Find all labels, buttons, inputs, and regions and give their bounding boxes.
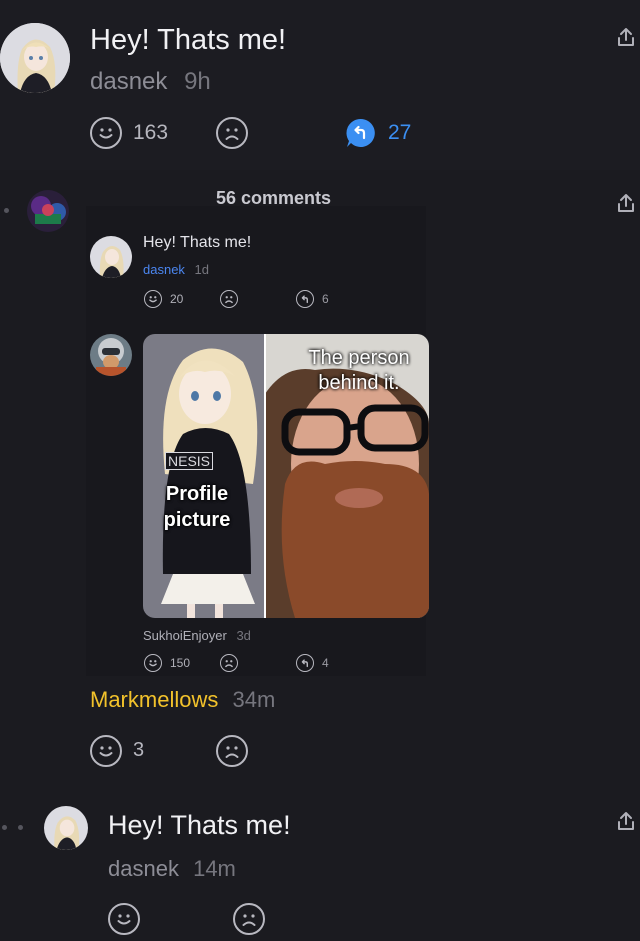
comment-card: 56 comments Hey! Thats me! dasnek 1d 20 [0, 170, 640, 776]
frown-icon [220, 290, 238, 308]
reply-icon [296, 654, 314, 672]
meme-image: NESIS Profile picture The person behind … [143, 334, 429, 618]
embed-reply-count: 6 [322, 292, 329, 306]
image-time: 3d [236, 628, 251, 643]
frown-icon[interactable] [216, 117, 248, 149]
embed-author: dasnek 1d [143, 262, 209, 277]
embed-author-name: dasnek [143, 262, 185, 277]
author-name[interactable]: dasnek [108, 856, 179, 881]
reply-icon [296, 290, 314, 308]
post-title[interactable]: Hey! Thats me! [90, 24, 286, 57]
image-author: SukhoiEnjoyer 3d [143, 628, 251, 643]
meme-left-caption: Profile picture [163, 483, 231, 531]
frown-icon [220, 654, 238, 672]
avatar[interactable] [0, 23, 70, 93]
like-count: 3 [133, 739, 145, 761]
post-author: dasnek 14m [108, 856, 236, 882]
share-icon[interactable] [615, 26, 637, 48]
thread-indicator-dot [4, 208, 9, 213]
image-author-name: SukhoiEnjoyer [143, 628, 227, 643]
share-icon[interactable] [615, 810, 637, 832]
avatar[interactable] [27, 190, 69, 232]
meme-right-caption: The person behind it. [308, 347, 410, 394]
thread-indicator-dot [18, 825, 23, 830]
post-title[interactable]: Hey! Thats me! [108, 810, 291, 841]
image-like-count: 150 [170, 656, 191, 670]
smile-icon[interactable] [90, 735, 122, 767]
like-count: 163 [133, 121, 169, 144]
frown-icon[interactable] [216, 735, 248, 767]
meme-divider [264, 334, 266, 618]
reply-count[interactable]: 27 [388, 121, 411, 145]
share-icon[interactable] [615, 192, 637, 214]
avatar [90, 334, 132, 376]
post-time: 14m [193, 856, 236, 881]
reply-icon[interactable] [345, 117, 377, 149]
image-reply-count: 4 [322, 656, 329, 670]
smile-icon[interactable] [108, 903, 140, 935]
smile-icon [144, 654, 162, 672]
post-author: dasnek 9h [90, 68, 211, 96]
smile-icon [144, 290, 162, 308]
post-card: Hey! Thats me! dasnek 9h 163 27 [0, 0, 640, 170]
embed-like-count: 20 [170, 292, 184, 306]
embed-time: 1d [194, 262, 210, 277]
hoodie-text: NESIS [165, 452, 214, 470]
embedded-screenshot[interactable]: Hey! Thats me! dasnek 1d 20 6 NESIS Prof… [86, 206, 429, 676]
meme-left-panel: NESIS Profile picture [143, 334, 265, 618]
frown-icon[interactable] [233, 903, 265, 935]
meme-right-panel: The person behind it. [265, 334, 429, 618]
avatar[interactable] [44, 806, 88, 850]
comment-card: Hey! Thats me! dasnek 14m [0, 776, 640, 941]
post-time: 9h [184, 68, 211, 95]
avatar [90, 236, 132, 278]
comment-time: 34m [232, 687, 276, 712]
embed-title: Hey! Thats me! [143, 234, 252, 251]
smile-icon[interactable] [90, 117, 122, 149]
author-name[interactable]: dasnek [90, 68, 167, 95]
comment-author: Markmellows 34m [90, 687, 275, 713]
thread-indicator-dot [2, 825, 7, 830]
author-name[interactable]: Markmellows [90, 687, 218, 712]
